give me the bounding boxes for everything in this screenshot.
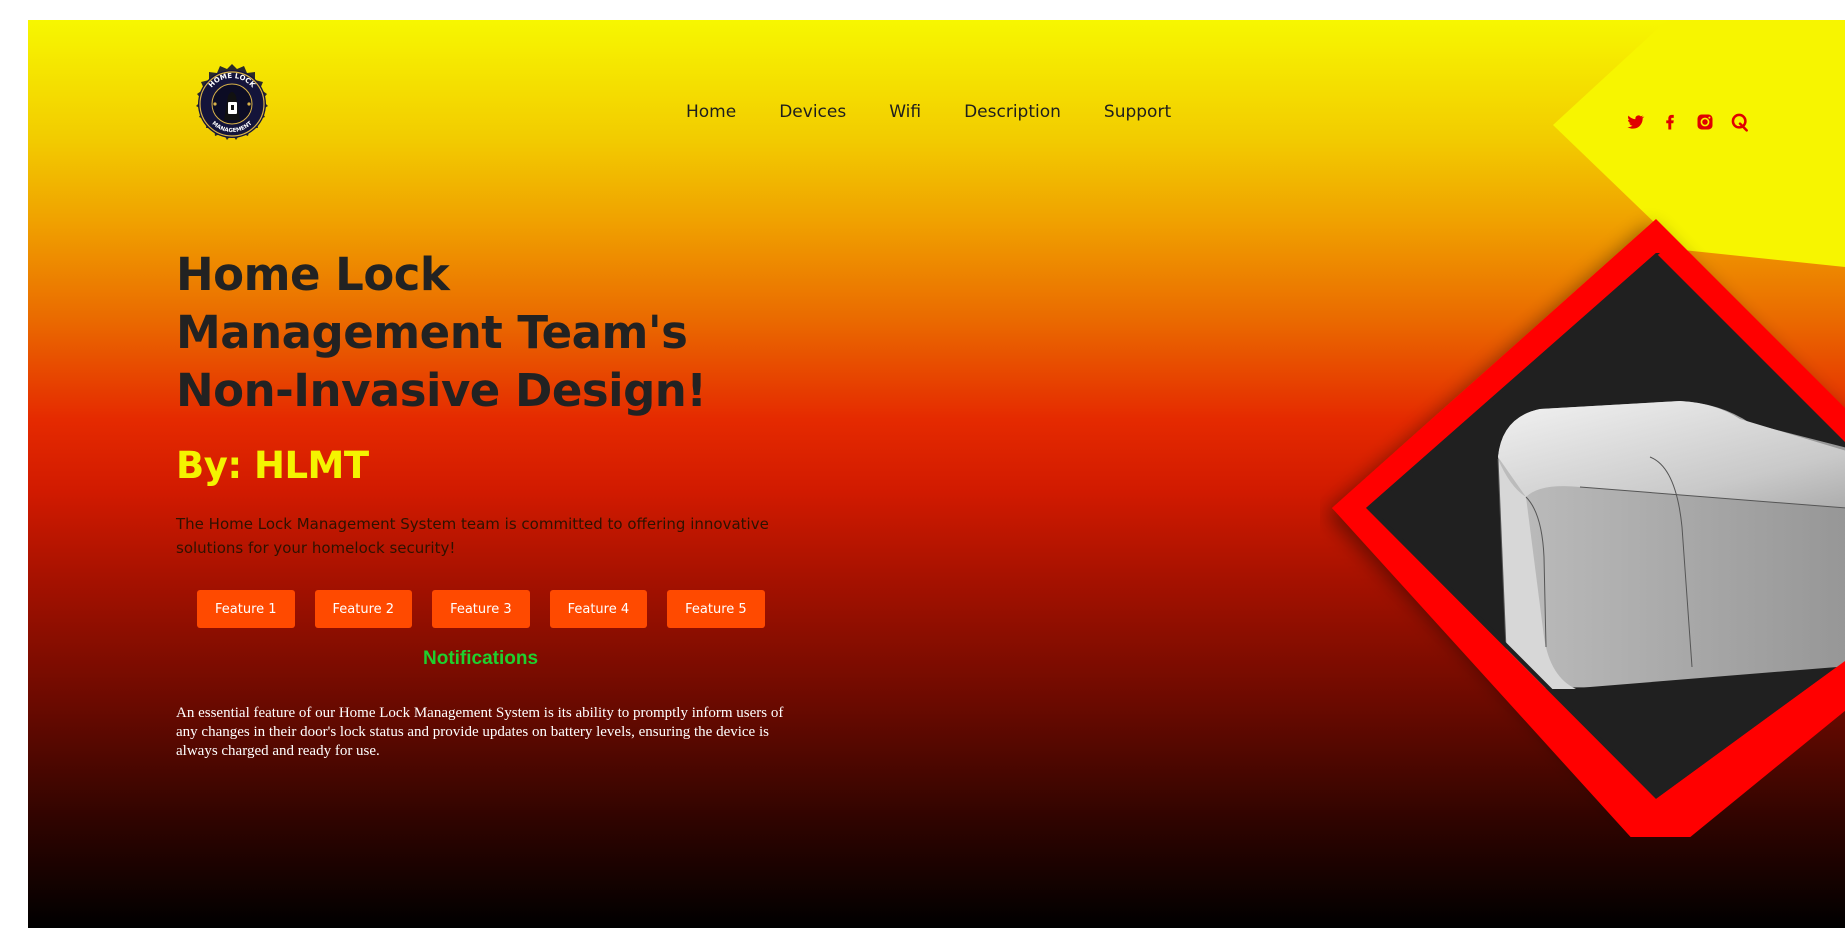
feature-3-button[interactable]: Feature 3 xyxy=(432,590,530,628)
title-line-2: Management Team's xyxy=(176,306,688,359)
page-title: Home Lock Management Team's Non-Invasive… xyxy=(176,246,816,420)
feature-buttons: Feature 1 Feature 2 Feature 3 Feature 4 … xyxy=(197,590,765,628)
notifications-description: An essential feature of our Home Lock Ma… xyxy=(176,705,784,759)
logo[interactable]: HOME LOCK MANAGEMENT xyxy=(190,62,274,146)
feature-1-button[interactable]: Feature 1 xyxy=(197,590,295,628)
instagram-icon[interactable] xyxy=(1695,112,1715,132)
quora-icon[interactable] xyxy=(1730,112,1750,132)
social-links xyxy=(1625,112,1750,132)
product-showcase xyxy=(1320,197,1845,865)
feature-4-button[interactable]: Feature 4 xyxy=(549,590,648,628)
nav-description[interactable]: Description xyxy=(964,102,1061,122)
nav-support[interactable]: Support xyxy=(1104,102,1171,122)
nav-devices[interactable]: Devices xyxy=(779,102,846,122)
nav-wifi[interactable]: Wifi xyxy=(889,102,921,122)
facebook-icon[interactable] xyxy=(1660,112,1680,132)
notifications-heading: Notifications xyxy=(423,648,539,669)
main-nav: Home Devices Wifi Description Support xyxy=(686,102,1171,122)
feature-2-button[interactable]: Feature 2 xyxy=(314,590,413,628)
feature-5-button[interactable]: Feature 5 xyxy=(667,590,765,628)
nav-home[interactable]: Home xyxy=(686,102,736,122)
hero-description: The Home Lock Management System team is … xyxy=(176,515,769,557)
logo-badge-icon: HOME LOCK MANAGEMENT xyxy=(196,64,268,140)
hero-section: HOME LOCK MANAGEMENT Home Devices Wifi D… xyxy=(28,20,1845,928)
twitter-icon[interactable] xyxy=(1625,112,1645,132)
product-device-image xyxy=(1332,219,1845,865)
title-line-3: Non-Invasive Design! xyxy=(176,364,707,417)
byline: By: HLMT xyxy=(176,444,369,487)
title-line-1: Home Lock xyxy=(176,248,450,301)
